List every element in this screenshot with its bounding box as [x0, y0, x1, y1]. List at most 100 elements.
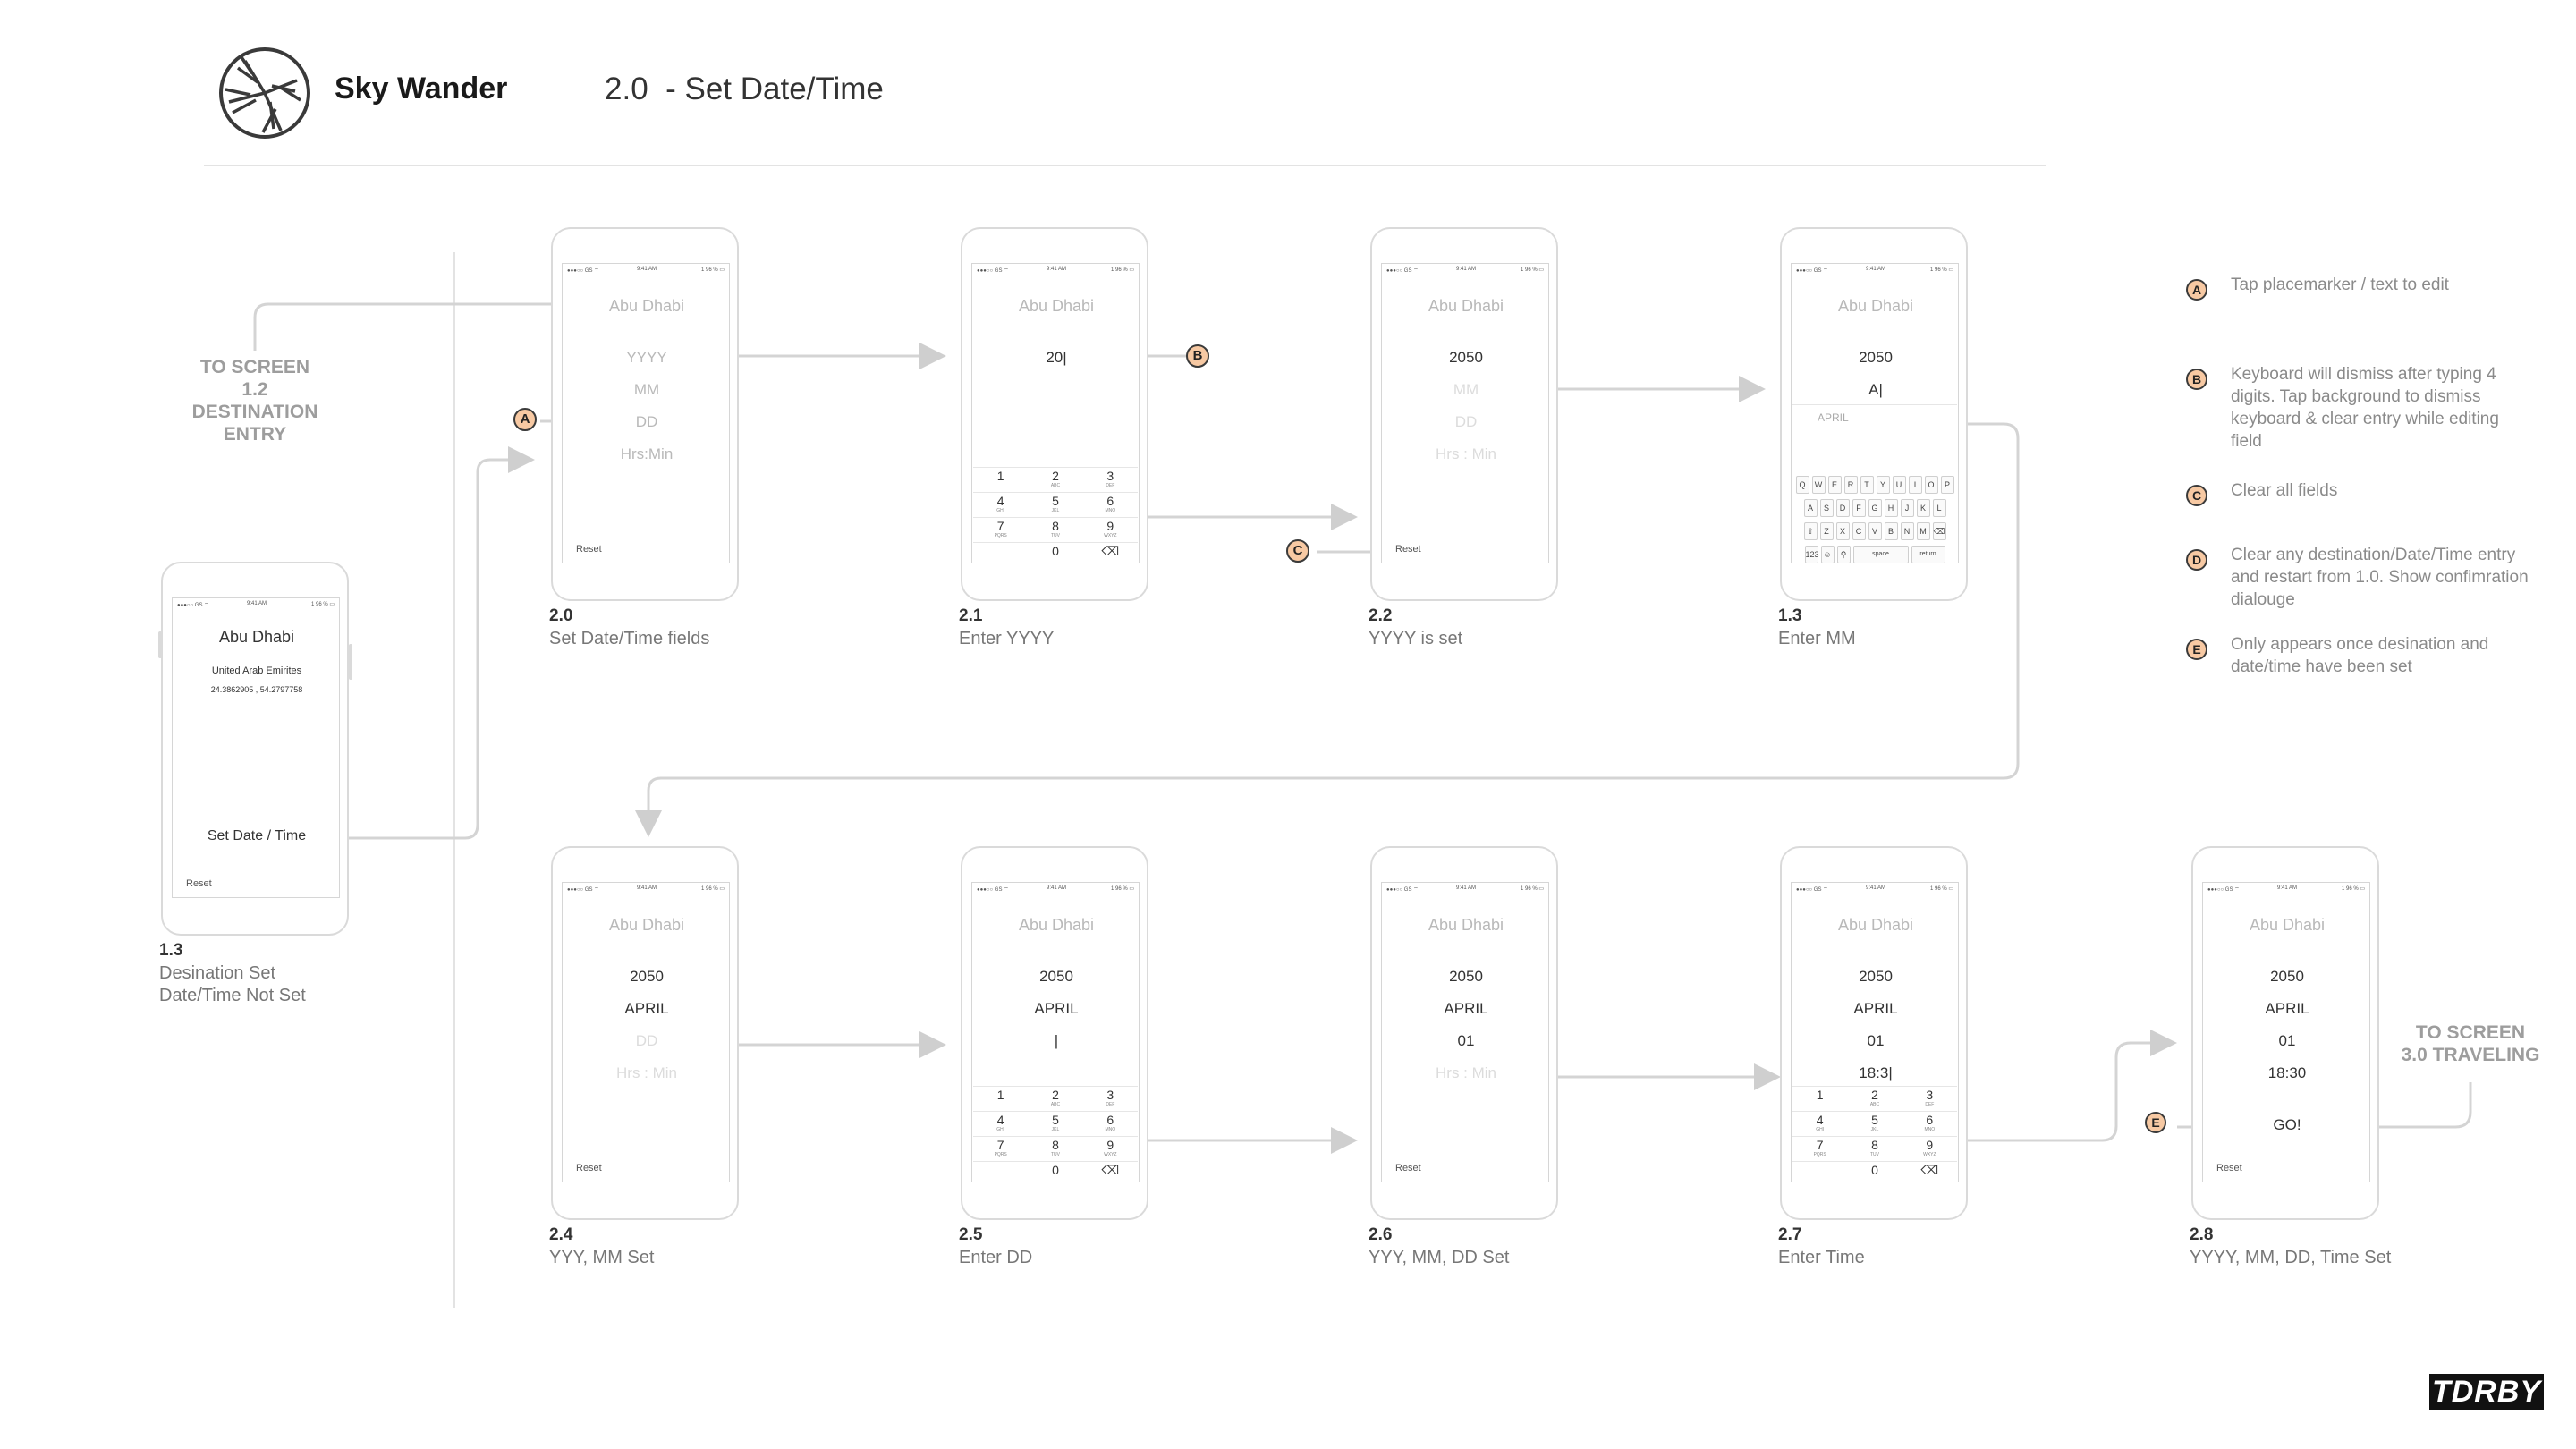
screen-2-5-enter-dd: ●●●○○ GS ⌔ 9:41 AM 1 96 % ▭ Abu Dhabi 2050… [961, 846, 1148, 1220]
note-line: TO SCREEN [2415, 1022, 2526, 1043]
screen-caption: Enter Time [1778, 1248, 1865, 1267]
city-label[interactable]: Abu Dhabi [1372, 297, 1560, 316]
legend-marker-b: B [2186, 369, 2207, 390]
screen-caption: Enter MM [1778, 629, 1856, 648]
month-value[interactable]: APRIL [553, 1000, 741, 1018]
yyyy-entry[interactable]: 20| [962, 349, 1150, 367]
month-value[interactable]: APRIL [2193, 1000, 2381, 1018]
screen-2-7-enter-time: ●●●○○ GS ⌔ 9:41 AM 1 96 % ▭ Abu Dhabi 2050… [1780, 846, 1968, 1220]
time-entry[interactable]: 18:3| [1782, 1064, 1970, 1082]
city-label[interactable]: Abu Dhabi [2193, 916, 2381, 935]
yyyy-field[interactable]: YYYY [553, 349, 741, 367]
screen-number: 2.5 [959, 1225, 983, 1244]
city-label[interactable]: Abu Dhabi [1372, 916, 1560, 935]
day-value[interactable]: 01 [2193, 1032, 2381, 1050]
status-bar: ●●●○○ GS ⌔ 9:41 AM 1 96 % ▭ [1386, 886, 1544, 893]
city-label[interactable]: Abu Dhabi [163, 628, 351, 647]
month-value[interactable]: APRIL [1782, 1000, 1970, 1018]
mm-field[interactable]: MM [1372, 381, 1560, 399]
screen-number: 2.2 [1368, 606, 1393, 625]
marker-a: A [513, 408, 537, 431]
reset-button[interactable]: Reset [576, 544, 602, 555]
hrs-min-field[interactable]: Hrs : Min [1372, 1064, 1560, 1082]
page-title: 2.0 - Set Date/Time [605, 72, 884, 106]
legend-text-d: Clear any destination/Date/Time entry an… [2231, 546, 2529, 609]
numeric-keypad[interactable]: 1 2 ABC 3 DEF 4 GHI 5 JKL 6 MNO 7 PQRS 8 TUV 9 WXYZ 0 ⌫ [973, 1086, 1138, 1186]
screen-caption: YYY, MM Set [549, 1248, 655, 1267]
hrs-min-field[interactable]: Hrs : Min [553, 1064, 741, 1082]
city-label[interactable]: Abu Dhabi [553, 916, 741, 935]
dd-field[interactable]: DD [553, 1032, 741, 1050]
legend-marker-c: C [2186, 485, 2207, 506]
month-value[interactable]: APRIL [962, 1000, 1150, 1018]
month-value[interactable]: APRIL [1372, 1000, 1560, 1018]
city-label[interactable]: Abu Dhabi [962, 297, 1150, 316]
screen-caption: Enter DD [959, 1248, 1033, 1267]
screen-caption: YYYY is set [1368, 629, 1463, 648]
qwerty-keyboard[interactable]: QWERTYUIOP ASDFGHJKL ⇧ Z X C V B N M ⌫ 123 ☺ ⚲ spac… [1792, 476, 1957, 569]
vertical-divider [453, 252, 455, 1308]
city-label[interactable]: Abu Dhabi [962, 916, 1150, 935]
city-label[interactable]: Abu Dhabi [553, 297, 741, 316]
time-value[interactable]: 18:30 [2193, 1064, 2381, 1082]
to-screen-1-2-note: TO SCREEN 1.2 DESTINATION ENTRY [179, 356, 331, 445]
dd-field[interactable]: DD [553, 413, 741, 431]
month-suggestion[interactable]: APRIL [1818, 411, 1849, 424]
screen-caption: YYY, MM, DD Set [1368, 1248, 1510, 1267]
year-value[interactable]: 2050 [1782, 968, 1970, 986]
mm-field[interactable]: MM [553, 381, 741, 399]
reset-button[interactable]: Reset [576, 1163, 602, 1174]
sky-wander-logo [219, 47, 310, 139]
screen-number: 2.1 [959, 606, 983, 625]
legend-text-a: Tap placemarker / text to edit [2231, 275, 2449, 294]
hrs-min-field[interactable]: Hrs:Min [553, 445, 741, 463]
year-value[interactable]: 2050 [1372, 349, 1560, 367]
legend-marker-d: D [2186, 549, 2207, 571]
set-date-time-button[interactable]: Set Date / Time [163, 828, 351, 844]
month-entry[interactable]: A| [1782, 381, 1970, 399]
screen-2-2-yyyy-set: ●●●○○ GS ⌔ 9:41 AM 1 96 % ▭ Abu Dhabi 2050… [1370, 227, 1558, 601]
year-value[interactable]: 2050 [2193, 968, 2381, 986]
status-bar: ●●●○○ GS ⌔ 9:41 AM 1 96 % ▭ [1386, 267, 1544, 274]
reset-button[interactable]: Reset [1395, 1163, 1421, 1174]
year-value[interactable]: 2050 [962, 968, 1150, 986]
note-line: ENTRY [223, 424, 287, 445]
reset-button[interactable]: Reset [2216, 1163, 2242, 1174]
day-value[interactable]: 01 [1782, 1032, 1970, 1050]
reset-button[interactable]: Reset [186, 878, 212, 889]
status-bar: ●●●○○ GS ⌔ 9:41 AM 1 96 % ▭ [567, 886, 724, 893]
screen-1-3-enter-mm: ●●●○○ GS ⌔ 9:41 AM 1 96 % ▭ Abu Dhabi 2050… [1780, 227, 1968, 601]
city-label[interactable]: Abu Dhabi [1782, 297, 1970, 316]
numeric-keypad[interactable]: 1 2 ABC 3 DEF 4 GHI 5 JKL 6 MNO 7 PQRS 8 TUV 9 WXYZ 0 ⌫ [1792, 1086, 1957, 1186]
screen-number: 1.3 [1778, 606, 1802, 625]
year-value[interactable]: 2050 [1782, 349, 1970, 367]
go-button[interactable]: GO! [2193, 1116, 2381, 1134]
reset-button[interactable]: Reset [1395, 544, 1421, 555]
coords-label: 24.3862905 , 54.2797758 [210, 685, 303, 694]
status-bar: ●●●○○ GS ⌔ 9:41 AM 1 96 % ▭ [2207, 886, 2365, 893]
status-bar: ●●●○○ GS ⌔ 9:41 AM 1 96 % ▭ [567, 267, 724, 274]
screen-number: 1.3 [159, 941, 183, 960]
day-value[interactable]: 01 [1372, 1032, 1560, 1050]
brand-name: Sky Wander [335, 72, 508, 106]
dd-entry[interactable]: | [962, 1032, 1150, 1050]
legend-marker-e: E [2186, 639, 2207, 660]
to-screen-3-0-note: TO SCREEN 3.0 TRAVELING [2388, 1021, 2553, 1066]
numeric-keypad[interactable]: 1 2 ABC 3 DEF 4 GHI 5 JKL 6 MNO 7 PQRS 8 TUV 9 WXYZ 0 ⌫ [973, 467, 1138, 567]
year-value[interactable]: 2050 [1372, 968, 1560, 986]
screen-caption: Set Date/Time fields [549, 629, 710, 648]
marker-e: E [2145, 1112, 2166, 1133]
screen-2-4-mm-set: ●●●○○ GS ⌔ 9:41 AM 1 96 % ▭ Abu Dhabi 2050… [551, 846, 739, 1220]
screen-caption: Enter YYYY [959, 629, 1055, 648]
marker-c: C [1286, 539, 1309, 563]
dd-field[interactable]: DD [1372, 413, 1560, 431]
header-divider [204, 165, 2046, 166]
hrs-min-field[interactable]: Hrs : Min [1372, 445, 1560, 463]
screen-caption: YYYY, MM, DD, Time Set [2190, 1248, 2392, 1267]
screen-2-6-dd-set: ●●●○○ GS ⌔ 9:41 AM 1 96 % ▭ Abu Dhabi 2050… [1370, 846, 1558, 1220]
city-label[interactable]: Abu Dhabi [1782, 916, 1970, 935]
year-value[interactable]: 2050 [553, 968, 741, 986]
legend-marker-a: A [2186, 279, 2207, 301]
legend-text-b: Keyboard will dismiss after typing 4 dig… [2231, 365, 2499, 451]
legend-text-c: Clear all fields [2231, 481, 2338, 500]
